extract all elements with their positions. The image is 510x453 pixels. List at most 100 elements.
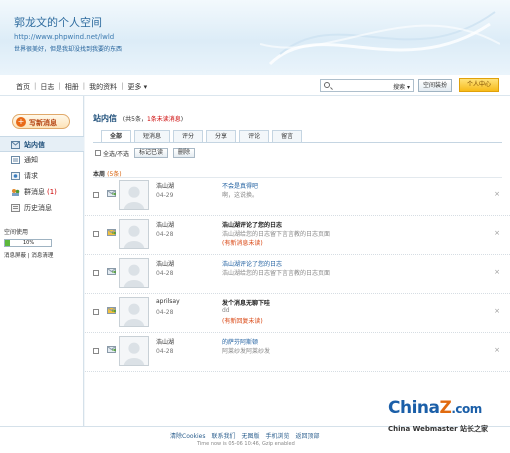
tab-rating[interactable]: 评分 [173, 130, 204, 142]
notice-icon [11, 156, 20, 164]
select-all-checkbox[interactable] [95, 150, 101, 156]
personal-center-button[interactable]: 个人中心 [459, 78, 499, 92]
sidebar-item-label: 历史消息 [24, 204, 52, 212]
wm-com: .com [451, 402, 482, 416]
tab-guestbook[interactable]: 留言 [272, 130, 303, 142]
message-subject[interactable]: 不会是真得吧 [222, 181, 258, 190]
plus-icon: + [16, 117, 26, 127]
request-icon [11, 172, 20, 180]
site-motto: 世界很美好，但是我却没找到我要的东西 [14, 46, 123, 53]
message-sender[interactable]: 浩山湖 [156, 337, 174, 346]
read-envelope-icon [107, 190, 116, 197]
search-type-select[interactable]: 搜索 ▾ [393, 82, 410, 91]
footer-text-version[interactable]: 无图版 [242, 431, 260, 440]
compose-message-button[interactable]: + 写新消息 [12, 114, 70, 129]
tab-short-message[interactable]: 短消息 [134, 130, 171, 142]
message-sender[interactable]: 浩山湖 [156, 181, 174, 190]
footer-mobile[interactable]: 手机浏览 [266, 431, 290, 440]
message-checkbox[interactable] [93, 270, 99, 276]
history-icon [11, 204, 20, 212]
sidebar-item-label: 站内信 [24, 141, 45, 149]
message-settings-links[interactable]: 消息屏蔽 | 消息清理 [4, 251, 80, 259]
message-date: 04-28 [156, 231, 174, 238]
site-url[interactable]: http://www.phpwind.net/lwld [14, 33, 114, 41]
message-date: 04-28 [156, 270, 174, 277]
watermark-wordmark: ChinaZ.com [388, 398, 482, 418]
sidebar-item-request[interactable]: 请求 [0, 168, 84, 184]
close-icon[interactable]: × [494, 229, 500, 237]
nav-more-label: 更多 [127, 83, 142, 91]
message-subject[interactable]: 浩山湖评论了您的日志 [222, 259, 282, 268]
footer-clear-cookies[interactable]: 清除Cookies [170, 431, 206, 440]
space-decorate-button[interactable]: 空间装扮 [418, 79, 453, 92]
message-row[interactable]: 浩山湖 04-28 浩山湖评论了您的日志 浩山湖给您的日志留下言言教的日志页面 (有新消… [85, 217, 510, 255]
message-checkbox[interactable] [93, 348, 99, 354]
sidebar-item-inbox[interactable]: 站内信 [0, 136, 84, 152]
message-date: 04-28 [156, 309, 174, 316]
envelope-icon [11, 141, 20, 149]
sidebar-menu: 站内信 通知 请求 群消息 (1) 历史消息 [0, 136, 84, 216]
tab-all[interactable]: 全部 [101, 130, 132, 142]
message-preview: dd [222, 307, 230, 314]
main-area: + 写新消息 站内信 通知 请求 群消息 (1) 历史消息 空间使用 10% 消… [0, 96, 510, 426]
site-title[interactable]: 郭龙文的个人空间 [14, 14, 102, 30]
search-input[interactable]: 搜索 ▾ [320, 79, 414, 92]
tab-comment[interactable]: 评论 [239, 130, 270, 142]
message-subject[interactable]: 浩山湖评论了您的日志 [222, 220, 282, 229]
read-envelope-icon [107, 346, 116, 353]
message-checkbox[interactable] [93, 192, 99, 198]
sidebar-item-label: 群消息 [24, 188, 45, 196]
message-sender[interactable]: aprilsay [156, 298, 180, 305]
chevron-down-icon: ▾ [405, 84, 410, 91]
footer-contact[interactable]: 联系我们 [212, 431, 236, 440]
sidebar-item-label: 通知 [24, 156, 38, 164]
message-row[interactable]: 浩山湖 04-29 不会是真得吧 啊，这说换。 × [85, 178, 510, 216]
message-checkbox[interactable] [93, 309, 99, 315]
message-sender[interactable]: 浩山湖 [156, 259, 174, 268]
tab-share[interactable]: 分享 [206, 130, 237, 142]
close-icon[interactable]: × [494, 307, 500, 315]
delete-button[interactable]: 删除 [173, 148, 196, 158]
nav-more[interactable]: 更多 ▾ [123, 82, 151, 92]
sidebar-item-notice[interactable]: 通知 [0, 152, 84, 168]
avatar[interactable] [119, 180, 149, 210]
sidebar: + 写新消息 站内信 通知 请求 群消息 (1) 历史消息 空间使用 10% 消… [0, 96, 84, 426]
message-sender[interactable]: 浩山湖 [156, 220, 174, 229]
message-subject[interactable]: 发个消息无聊下哇 [222, 298, 270, 307]
footer-back-to-top[interactable]: 返回顶部 [296, 431, 320, 440]
close-icon[interactable]: × [494, 268, 500, 276]
unread-envelope-icon [107, 307, 116, 314]
wm-z: Z [439, 398, 452, 418]
message-unread-flag: (有新回复未读) [222, 318, 263, 325]
sidebar-item-history[interactable]: 历史消息 [0, 200, 84, 216]
message-row[interactable]: 浩山湖 04-28 浩山湖评论了您的日志 浩山湖给您的日志留下言言教的日志页面 × [85, 256, 510, 294]
sidebar-item-group-messages[interactable]: 群消息 (1) [0, 184, 84, 200]
message-row[interactable]: 浩山湖 04-28 的萨芬阿斯顿 阿莱纱发阿莱纱发 × [85, 334, 510, 372]
nav-blog[interactable]: 日志 [36, 82, 58, 92]
message-checkbox[interactable] [93, 231, 99, 237]
message-subject[interactable]: 的萨芬阿斯顿 [222, 337, 258, 346]
nav-album[interactable]: 相册 [61, 82, 83, 92]
space-usage-bar: 10% [4, 239, 52, 247]
nav-home[interactable]: 首页 [12, 82, 34, 92]
summary-unread[interactable]: 1条未读消息 [147, 116, 181, 123]
tabs-divider [93, 142, 502, 143]
mark-read-button[interactable]: 标记已读 [134, 148, 169, 158]
close-icon[interactable]: × [494, 346, 500, 354]
avatar[interactable] [119, 258, 149, 288]
search-icon [324, 82, 330, 88]
watermark-logo: ChinaZ.com China Webmaster 站长之家 [384, 398, 508, 444]
message-toolbar: 全选/不选 标记已读 删除 [95, 148, 196, 158]
message-row[interactable]: aprilsay 04-28 发个消息无聊下哇 dd (有新回复未读) × [85, 295, 510, 333]
message-preview: 阿莱纱发阿莱纱发 [222, 348, 271, 355]
close-icon[interactable]: × [494, 190, 500, 198]
group-unread-count: (1) [47, 188, 57, 196]
default-avatar-icon [120, 220, 148, 248]
avatar[interactable] [119, 219, 149, 249]
avatar[interactable] [119, 297, 149, 327]
nav-profile[interactable]: 我的资料 [85, 82, 121, 92]
select-all-label[interactable]: 全选/不选 [103, 149, 129, 158]
space-usage-title: 空间使用 [4, 229, 29, 236]
message-summary: (共5条，1条未读消息) [123, 116, 183, 123]
avatar[interactable] [119, 336, 149, 366]
